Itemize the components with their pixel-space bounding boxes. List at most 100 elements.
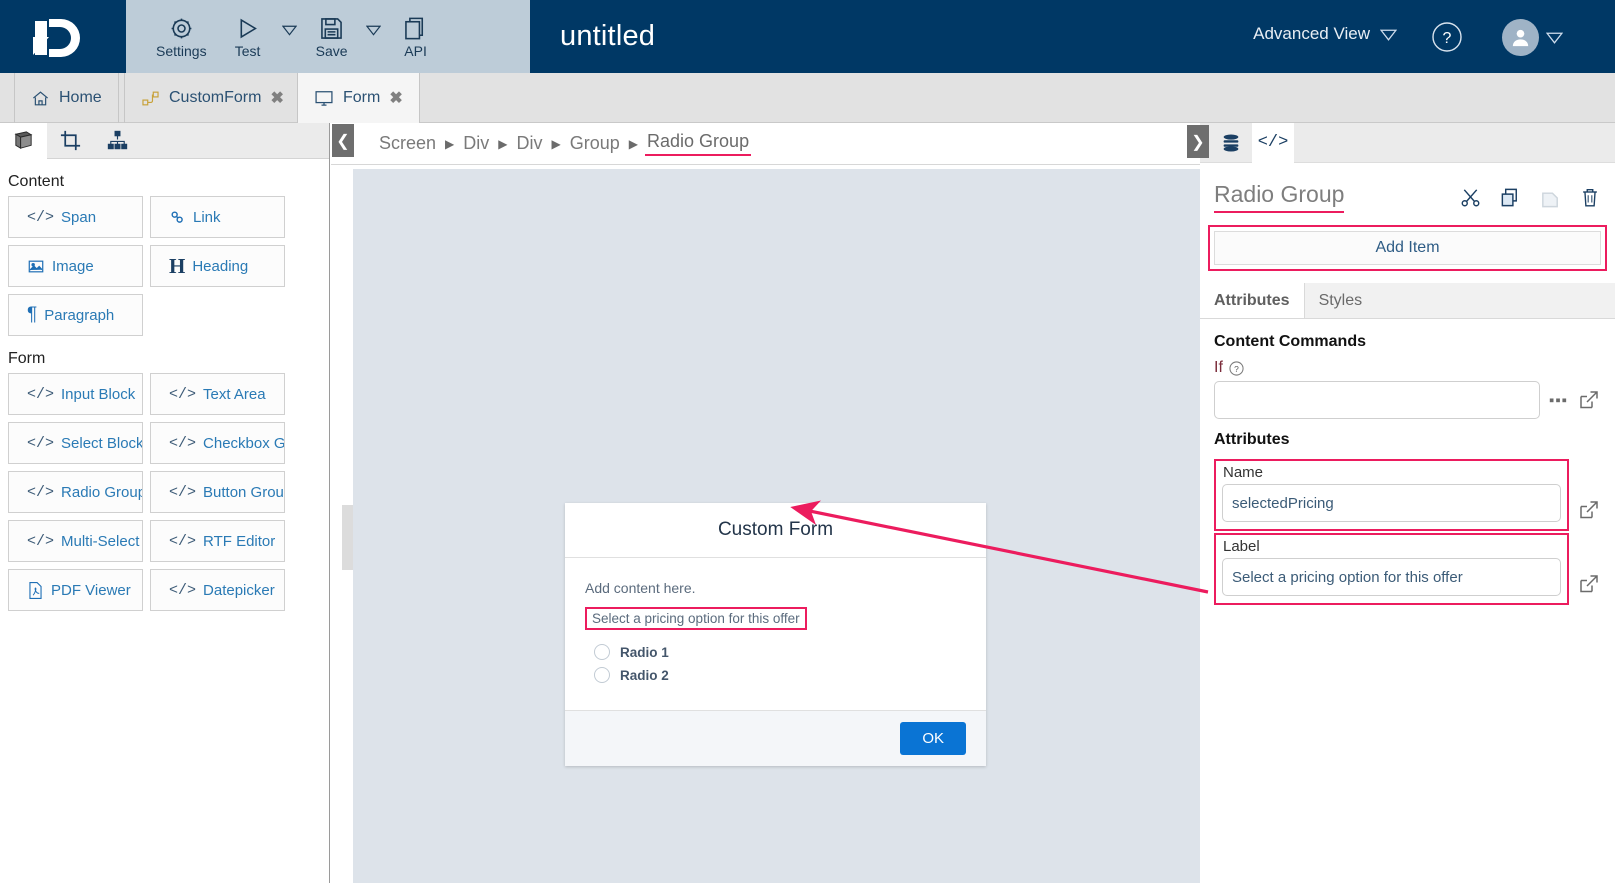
palette-item-button-group[interactable]: </> Button Group bbox=[150, 471, 285, 513]
tab-form-label: Form bbox=[343, 89, 381, 106]
chevron-down-icon bbox=[366, 25, 382, 36]
pdf-file-icon bbox=[29, 581, 42, 599]
if-more-options-icon[interactable]: ▪▪▪ bbox=[1549, 392, 1568, 409]
breadcrumb-item-group[interactable]: Group bbox=[568, 133, 622, 154]
palette-item-checkbox-group[interactable]: </> Checkbox Group bbox=[150, 422, 285, 464]
right-tab-attributes[interactable]: </> bbox=[1252, 122, 1294, 163]
palette-group-form: Form </> Input Block </> Text Area </> S… bbox=[0, 350, 329, 611]
left-tab-library[interactable] bbox=[0, 122, 47, 159]
collapse-right-panel-button[interactable]: ❯ bbox=[1187, 125, 1209, 158]
tab-customform-label: CustomForm bbox=[169, 89, 262, 106]
advanced-view-dropdown[interactable]: Advanced View bbox=[1253, 24, 1397, 44]
tab-home-label: Home bbox=[59, 89, 102, 106]
palette-item-image-label: Image bbox=[52, 257, 94, 275]
api-button[interactable]: API bbox=[389, 13, 443, 61]
add-item-button[interactable]: Add Item bbox=[1214, 231, 1601, 265]
floppy-disk-icon bbox=[321, 17, 342, 39]
chevron-down-icon bbox=[1380, 29, 1397, 41]
palette-item-multi-select[interactable]: </> Multi-Select bbox=[8, 520, 143, 562]
palette-group-content-title: Content bbox=[8, 173, 65, 190]
selected-element-title: Radio Group bbox=[1214, 181, 1345, 213]
save-dropdown-caret[interactable] bbox=[363, 17, 385, 57]
tab-customform[interactable]: CustomForm ✖ bbox=[124, 73, 301, 123]
add-item-highlight: Add Item bbox=[1208, 225, 1607, 271]
attributes-title: Attributes bbox=[1214, 431, 1290, 448]
gear-icon bbox=[171, 18, 192, 38]
left-tab-crop[interactable] bbox=[47, 123, 94, 159]
subtab-attributes[interactable]: Attributes bbox=[1200, 283, 1305, 318]
breadcrumb-separator-icon: ▶ bbox=[445, 136, 455, 151]
palette-content-items: </> Span Link Image H Heading ¶ Paragrap… bbox=[0, 196, 329, 336]
code-icon: </> bbox=[27, 532, 55, 550]
delete-trash-icon[interactable] bbox=[1579, 186, 1601, 209]
svg-text:?: ? bbox=[1443, 30, 1452, 47]
copy-icon[interactable] bbox=[1499, 186, 1522, 209]
radio-option-1[interactable]: Radio 1 bbox=[594, 644, 966, 660]
external-link-icon[interactable] bbox=[1577, 498, 1601, 522]
palette-item-paragraph-label: Paragraph bbox=[44, 306, 115, 324]
palette-item-heading[interactable]: H Heading bbox=[150, 245, 285, 287]
radio-option-2[interactable]: Radio 2 bbox=[594, 667, 966, 683]
center-editor-area: ❮ Screen ▶ Div ▶ Div ▶ Group ▶ Radio Gro… bbox=[331, 123, 1200, 883]
cut-scissors-icon[interactable] bbox=[1459, 186, 1482, 209]
if-input[interactable] bbox=[1214, 381, 1541, 419]
palette-item-radio-group[interactable]: </> Radio Group bbox=[8, 471, 143, 513]
breadcrumb-item-radio-group[interactable]: Radio Group bbox=[645, 131, 752, 156]
code-icon: </> bbox=[1257, 133, 1289, 152]
test-dropdown-caret[interactable] bbox=[279, 17, 301, 57]
name-field-label: Name bbox=[1223, 464, 1264, 481]
palette-item-select-block[interactable]: </> Select Block bbox=[8, 422, 143, 464]
palette-item-rtf-editor[interactable]: </> RTF Editor bbox=[150, 520, 285, 562]
copy-pages-icon bbox=[405, 17, 424, 39]
radio-button-icon[interactable] bbox=[594, 667, 610, 683]
breadcrumb-item-screen[interactable]: Screen bbox=[377, 133, 438, 154]
palette-item-link[interactable]: Link bbox=[150, 196, 285, 238]
properties-panel: ❯ </> Radio Group Add Item Attributes St… bbox=[1187, 122, 1615, 883]
palette-item-input-block-label: Input Block bbox=[61, 385, 136, 403]
canvas-vertical-scrollbar[interactable] bbox=[342, 505, 353, 570]
palette-item-text-area[interactable]: </> Text Area bbox=[150, 373, 285, 415]
question-circle-icon[interactable]: ? bbox=[1229, 360, 1244, 376]
radio-button-icon[interactable] bbox=[594, 644, 610, 660]
user-menu[interactable] bbox=[1502, 19, 1563, 56]
collapse-left-panel-button[interactable]: ❮ bbox=[332, 124, 354, 157]
tab-form-close-icon[interactable]: ✖ bbox=[389, 88, 402, 108]
help-button[interactable]: ? bbox=[1431, 21, 1463, 53]
palette-item-paragraph[interactable]: ¶ Paragraph bbox=[8, 294, 143, 336]
palette-item-image[interactable]: Image bbox=[8, 245, 143, 287]
form-canvas[interactable]: Custom Form Add content here. Select a p… bbox=[353, 169, 1200, 883]
palette-item-span[interactable]: </> Span bbox=[8, 196, 143, 238]
content-commands-title: Content Commands bbox=[1214, 333, 1366, 350]
database-icon bbox=[1223, 133, 1239, 152]
left-tab-sitemap[interactable] bbox=[94, 123, 141, 159]
tab-customform-close-icon[interactable]: ✖ bbox=[270, 88, 283, 108]
app-logo[interactable] bbox=[0, 0, 126, 73]
ok-button[interactable]: OK bbox=[900, 722, 966, 755]
tab-home[interactable]: Home bbox=[14, 73, 119, 123]
subtab-styles[interactable]: Styles bbox=[1304, 283, 1615, 318]
save-button[interactable]: Save bbox=[305, 13, 359, 61]
label-input[interactable] bbox=[1222, 558, 1561, 596]
settings-button[interactable]: Settings bbox=[146, 13, 217, 61]
dwd-logo-icon bbox=[33, 18, 80, 57]
if-label-text: If bbox=[1214, 359, 1223, 376]
palette-item-datepicker[interactable]: </> Datepicker bbox=[150, 569, 285, 611]
external-link-icon[interactable] bbox=[1577, 572, 1601, 596]
dialog-body: Add content here. Select a pricing optio… bbox=[565, 558, 986, 710]
palette-item-input-block[interactable]: </> Input Block bbox=[8, 373, 143, 415]
code-icon: </> bbox=[169, 483, 197, 501]
radio-group-label-highlighted[interactable]: Select a pricing option for this offer bbox=[585, 607, 807, 630]
palette-item-radio-group-label: Radio Group bbox=[61, 483, 143, 501]
test-button[interactable]: Test bbox=[221, 13, 275, 61]
name-input[interactable] bbox=[1222, 484, 1561, 522]
properties-subtabs: Attributes Styles bbox=[1200, 283, 1615, 319]
left-panel-tabs bbox=[0, 122, 329, 159]
palette-item-pdf-viewer[interactable]: PDF Viewer bbox=[8, 569, 143, 611]
external-link-icon[interactable] bbox=[1577, 388, 1601, 412]
api-label: API bbox=[404, 42, 427, 59]
breadcrumb-item-div-2[interactable]: Div bbox=[515, 133, 545, 154]
right-tab-data[interactable] bbox=[1210, 123, 1252, 163]
code-icon: </> bbox=[169, 434, 197, 452]
breadcrumb-item-div-1[interactable]: Div bbox=[461, 133, 491, 154]
tab-form[interactable]: Form ✖ bbox=[297, 73, 420, 123]
